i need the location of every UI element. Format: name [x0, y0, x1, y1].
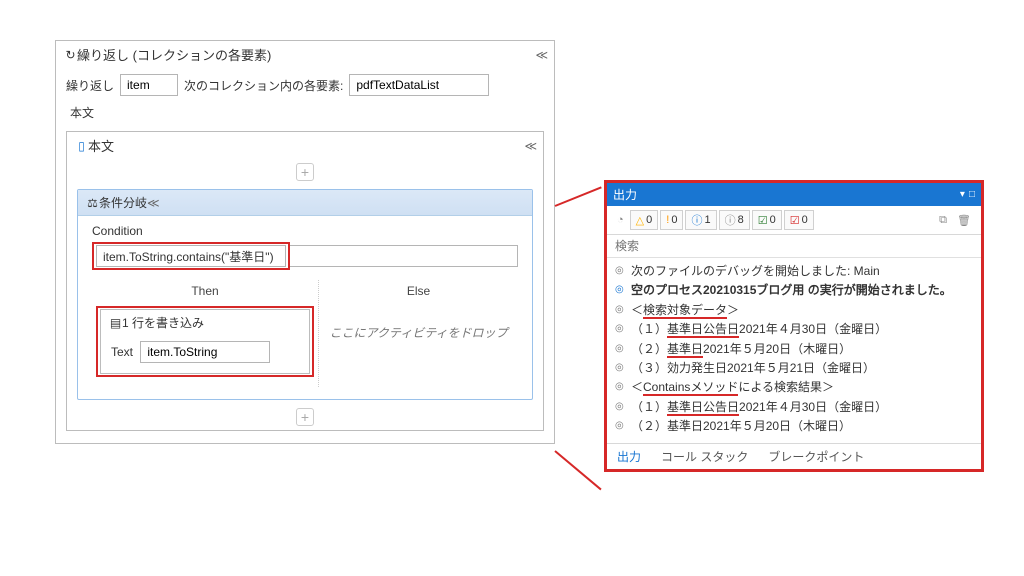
tab-output[interactable]: 出力: [607, 444, 651, 469]
writeline-activity[interactable]: ▤ 1 行を書き込み Text: [100, 309, 310, 374]
export-button[interactable]: ⧉: [935, 210, 951, 230]
else-label: Else: [323, 284, 514, 298]
then-label: Then: [96, 284, 314, 298]
body-sequence[interactable]: ▯ 本文 ≪ + ⚖ 条件分岐 ≪ Condition item.ToStrin…: [66, 131, 544, 431]
loop-label: 繰り返し: [66, 77, 114, 94]
if-title: 条件分岐: [99, 194, 147, 211]
clear-button[interactable]: 🗑: [953, 210, 975, 230]
text-label: Text: [111, 345, 133, 359]
callout-line: [554, 450, 601, 490]
collapse-button[interactable]: ≪: [147, 196, 158, 210]
time-filter-button[interactable]: ◔: [613, 210, 628, 230]
error-filter-button[interactable]: !0: [660, 210, 683, 230]
close-icon[interactable]: □: [969, 189, 975, 200]
foreach-activity[interactable]: ↻ 繰り返し (コレクションの各要素) ≪ 繰り返し 次のコレクション内の各要素…: [55, 40, 555, 444]
log-entry[interactable]: （１）基準日公告日2021年４月30日（金曜日）: [631, 321, 887, 338]
collapse-button[interactable]: ≪: [535, 48, 546, 62]
collection-input[interactable]: [349, 74, 489, 96]
writeline-text-input[interactable]: [140, 341, 270, 363]
add-activity-button[interactable]: +: [296, 163, 314, 181]
log-entry[interactable]: 次のファイルのデバッグを開始しました: Main: [631, 263, 880, 280]
activity-title: 繰り返し (コレクションの各要素): [77, 45, 535, 64]
drop-placeholder[interactable]: ここにアクティビティをドロップ: [323, 306, 514, 359]
condition-label: Condition: [92, 224, 518, 238]
log-entry[interactable]: （２）基準日2021年５月20日（木曜日）: [631, 341, 851, 358]
log-list: ◎次のファイルのデバッグを開始しました: Main ◎空のプロセス2021031…: [607, 258, 981, 443]
console-icon: ▤: [109, 316, 122, 330]
callout-line: [555, 186, 602, 207]
log-entry[interactable]: （２）基準日2021年５月20日（木曜日）: [631, 418, 851, 435]
fail-filter-button[interactable]: ☑0: [784, 210, 814, 230]
output-panel: 出力 ▾ □ ◔ △0 !0 ⓘ1 ⓘ8 ☑0 ☑0 ⧉ 🗑 ◎次のファイルのデ…: [604, 180, 984, 472]
body-label: 本文: [56, 104, 554, 127]
body-title: 本文: [88, 136, 524, 155]
warning-filter-button[interactable]: △0: [630, 210, 659, 230]
info-filter-button[interactable]: ⓘ1: [685, 210, 716, 230]
log-entry[interactable]: ＜Containsメソッドによる検索結果＞: [631, 379, 834, 396]
collection-label: 次のコレクション内の各要素:: [184, 77, 343, 94]
item-input[interactable]: [120, 74, 178, 96]
sequence-icon: ▯: [75, 139, 88, 153]
log-entry[interactable]: ＜検索対象データ＞: [631, 302, 739, 319]
ok-filter-button[interactable]: ☑0: [752, 210, 782, 230]
highlight-box: ▤ 1 行を書き込み Text: [96, 306, 314, 377]
highlight-box: item.ToString.contains("基準日"): [92, 242, 290, 270]
collapse-button[interactable]: ≪: [524, 139, 535, 153]
branch-icon: ⚖: [86, 196, 99, 210]
pin-icon[interactable]: ▾: [960, 189, 965, 200]
output-titlebar[interactable]: 出力 ▾ □: [607, 183, 981, 206]
output-title: 出力: [613, 186, 956, 203]
search-input[interactable]: [607, 235, 981, 257]
log-entry[interactable]: （３）効力発生日2021年５月21日（金曜日）: [631, 360, 875, 377]
add-activity-button[interactable]: +: [296, 408, 314, 426]
tab-breakpoints[interactable]: ブレークポイント: [758, 444, 874, 469]
if-activity[interactable]: ⚖ 条件分岐 ≪ Condition item.ToString.contain…: [77, 189, 533, 400]
condition-input[interactable]: item.ToString.contains("基準日"): [96, 245, 286, 267]
loop-icon: ↻: [64, 48, 77, 62]
tab-callstack[interactable]: コール スタック: [651, 444, 758, 469]
condition-input-ext[interactable]: [290, 245, 518, 267]
trace-filter-button[interactable]: ⓘ8: [719, 210, 750, 230]
log-entry[interactable]: 空のプロセス20210315ブログ用 の実行が開始されました。: [631, 282, 952, 299]
output-tabs: 出力 コール スタック ブレークポイント: [607, 443, 981, 469]
log-entry[interactable]: （１）基準日公告日2021年４月30日（金曜日）: [631, 399, 887, 416]
output-toolbar: ◔ △0 !0 ⓘ1 ⓘ8 ☑0 ☑0 ⧉ 🗑: [607, 206, 981, 235]
writeline-title: 1 行を書き込み: [122, 314, 204, 331]
